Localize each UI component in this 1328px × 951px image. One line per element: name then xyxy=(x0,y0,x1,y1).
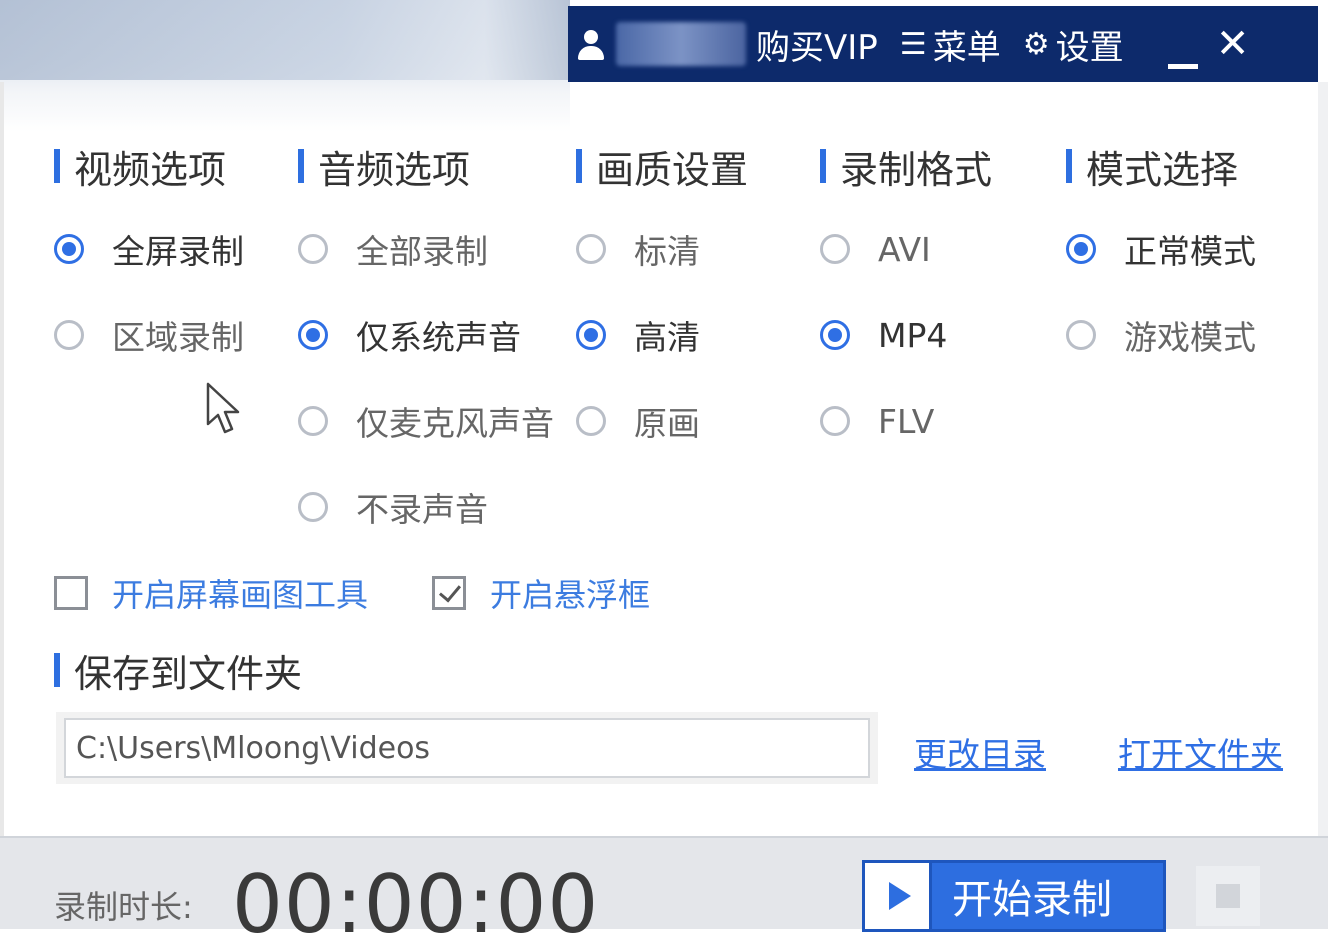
radio-button[interactable] xyxy=(1066,320,1096,350)
menu-icon: ☰ xyxy=(899,26,927,62)
user-icon[interactable] xyxy=(574,27,608,61)
drawing-tool-checkbox[interactable] xyxy=(54,576,88,610)
radio-button[interactable] xyxy=(820,320,850,350)
option-high-definition[interactable]: 高清 xyxy=(576,292,748,378)
section-title: 模式选择 xyxy=(1066,140,1256,192)
blurred-background-region xyxy=(0,0,570,132)
duration-label: 录制时长: xyxy=(54,888,193,926)
menu-button[interactable]: ☰ 菜单 xyxy=(900,20,1001,69)
radio-button[interactable] xyxy=(298,234,328,264)
option-format-flv[interactable]: FLV xyxy=(820,378,992,464)
option-format-avi[interactable]: AVI xyxy=(820,206,992,292)
stop-button[interactable] xyxy=(1196,866,1260,926)
settings-button[interactable]: ⚙ 设置 xyxy=(1023,20,1124,69)
save-folder-title: 保存到文件夹 xyxy=(54,644,302,696)
option-normal-mode[interactable]: 正常模式 xyxy=(1066,206,1256,292)
title-bar: 购买VIP ☰ 菜单 ⚙ 设置 ✕ xyxy=(568,6,1318,82)
open-folder-link[interactable]: 打开文件夹 xyxy=(1118,728,1283,776)
option-mic-audio-only[interactable]: 仅麦克风声音 xyxy=(298,378,554,464)
format-section: 录制格式 AVI MP4 FLV xyxy=(820,140,992,464)
floating-window-option[interactable]: 开启悬浮框 xyxy=(432,570,650,616)
option-game-mode[interactable]: 游戏模式 xyxy=(1066,292,1256,378)
mode-section: 模式选择 正常模式 游戏模式 xyxy=(1066,140,1256,378)
start-recording-button[interactable]: 开始录制 xyxy=(862,860,1166,932)
minimize-button[interactable] xyxy=(1158,19,1208,69)
gear-icon: ⚙ xyxy=(1022,26,1050,62)
panel-left-border xyxy=(0,82,4,842)
bottom-bar: 录制时长: 00:00:00 开始录制 xyxy=(0,836,1328,951)
option-standard-definition[interactable]: 标清 xyxy=(576,206,748,292)
option-no-audio[interactable]: 不录声音 xyxy=(298,464,554,550)
drawing-tool-option[interactable]: 开启屏幕画图工具 xyxy=(54,570,368,616)
radio-button[interactable] xyxy=(298,492,328,522)
radio-button[interactable] xyxy=(820,406,850,436)
audio-options-section: 音频选项 全部录制 仅系统声音 仅麦克风声音 不录声音 xyxy=(298,140,554,550)
radio-button[interactable] xyxy=(298,406,328,436)
close-button[interactable]: ✕ xyxy=(1208,21,1258,67)
section-title: 音频选项 xyxy=(298,140,554,192)
option-region-record[interactable]: 区域录制 xyxy=(54,292,244,378)
username-redacted[interactable] xyxy=(616,22,746,66)
close-icon: ✕ xyxy=(1215,21,1250,67)
stop-icon xyxy=(1216,884,1240,908)
duration-value: 00:00:00 xyxy=(232,858,600,951)
blurred-smear xyxy=(0,0,570,80)
change-directory-link[interactable]: 更改目录 xyxy=(914,728,1046,776)
option-record-all-audio[interactable]: 全部录制 xyxy=(298,206,554,292)
radio-button[interactable] xyxy=(820,234,850,264)
option-original-quality[interactable]: 原画 xyxy=(576,378,748,464)
save-path-container xyxy=(56,712,878,784)
radio-button[interactable] xyxy=(576,234,606,264)
buy-vip-label: 购买VIP xyxy=(756,27,878,68)
section-title: 视频选项 xyxy=(54,140,244,192)
option-fullscreen-record[interactable]: 全屏录制 xyxy=(54,206,244,292)
play-icon-box xyxy=(865,863,932,929)
section-title: 录制格式 xyxy=(820,140,992,192)
section-title: 画质设置 xyxy=(576,140,748,192)
quality-section: 画质设置 标清 高清 原画 xyxy=(576,140,748,464)
buy-vip-button[interactable]: 购买VIP xyxy=(756,20,878,69)
mouse-cursor-icon xyxy=(206,382,240,434)
minimize-icon xyxy=(1167,64,1198,69)
radio-button[interactable] xyxy=(1066,234,1096,264)
radio-button[interactable] xyxy=(54,320,84,350)
option-system-audio-only[interactable]: 仅系统声音 xyxy=(298,292,554,378)
radio-button[interactable] xyxy=(576,320,606,350)
radio-button[interactable] xyxy=(54,234,84,264)
drawing-tool-label[interactable]: 开启屏幕画图工具 xyxy=(112,570,368,616)
floating-window-label[interactable]: 开启悬浮框 xyxy=(490,570,650,616)
settings-label: 设置 xyxy=(1055,27,1124,68)
play-icon xyxy=(889,882,911,910)
video-options-section: 视频选项 全屏录制 区域录制 xyxy=(54,140,244,378)
start-recording-label: 开始录制 xyxy=(952,877,1112,923)
radio-button[interactable] xyxy=(298,320,328,350)
menu-label: 菜单 xyxy=(932,27,1001,68)
floating-window-checkbox[interactable] xyxy=(432,576,466,610)
panel-right-border xyxy=(1318,82,1328,842)
radio-button[interactable] xyxy=(576,406,606,436)
save-path-input[interactable] xyxy=(64,718,870,778)
option-format-mp4[interactable]: MP4 xyxy=(820,292,992,378)
